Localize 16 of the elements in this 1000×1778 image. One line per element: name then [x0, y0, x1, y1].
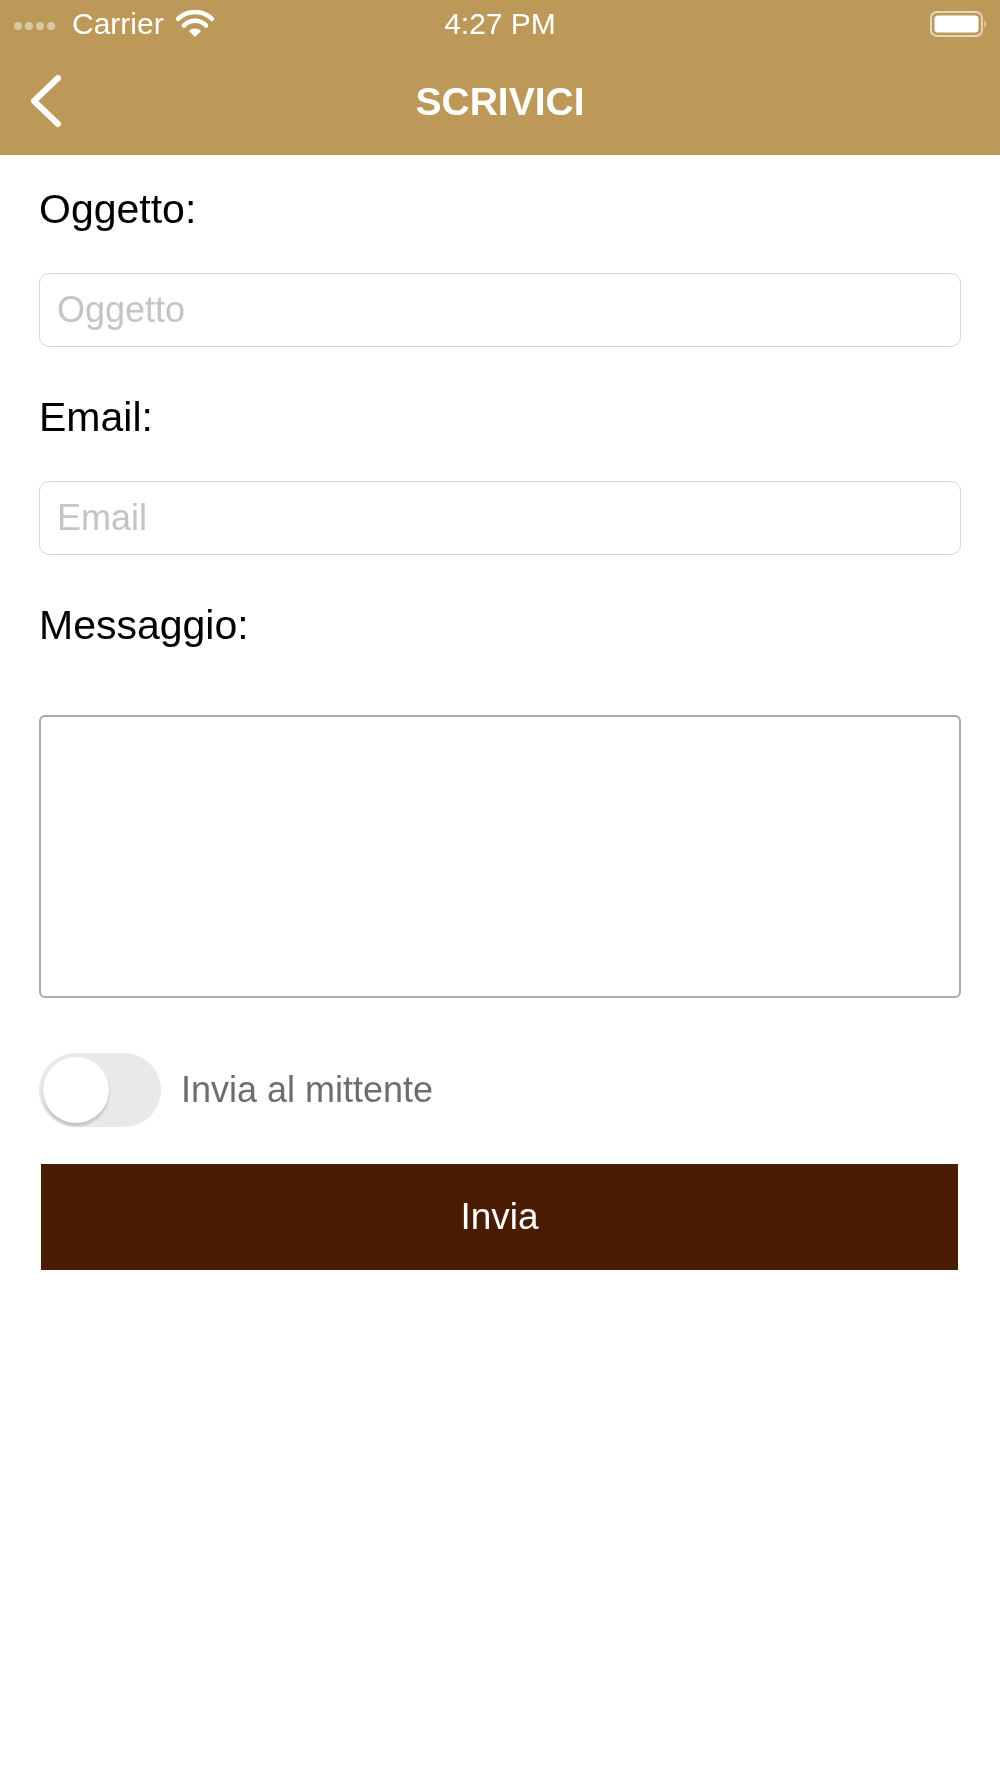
send-button[interactable]: Invia [41, 1164, 958, 1270]
field-label: Email: [39, 393, 154, 442]
battery-icon [930, 11, 988, 37]
back-chevron-icon [28, 74, 64, 128]
screen-title: SCRIVICI [415, 78, 585, 125]
field-label: Oggetto: [39, 185, 198, 234]
signal-icon [14, 22, 56, 30]
wifi-icon [175, 10, 214, 38]
toggle-label: Invia al mittente [181, 1068, 434, 1112]
back-button[interactable] [28, 74, 64, 128]
carrier-text: Carrier [72, 6, 164, 42]
message-field[interactable] [39, 715, 961, 998]
field-label: Messaggio: [39, 601, 250, 650]
time-text: 4:27 PM [444, 6, 556, 42]
text-field[interactable]: Email [39, 481, 961, 555]
text-field[interactable]: Oggetto [39, 273, 961, 347]
